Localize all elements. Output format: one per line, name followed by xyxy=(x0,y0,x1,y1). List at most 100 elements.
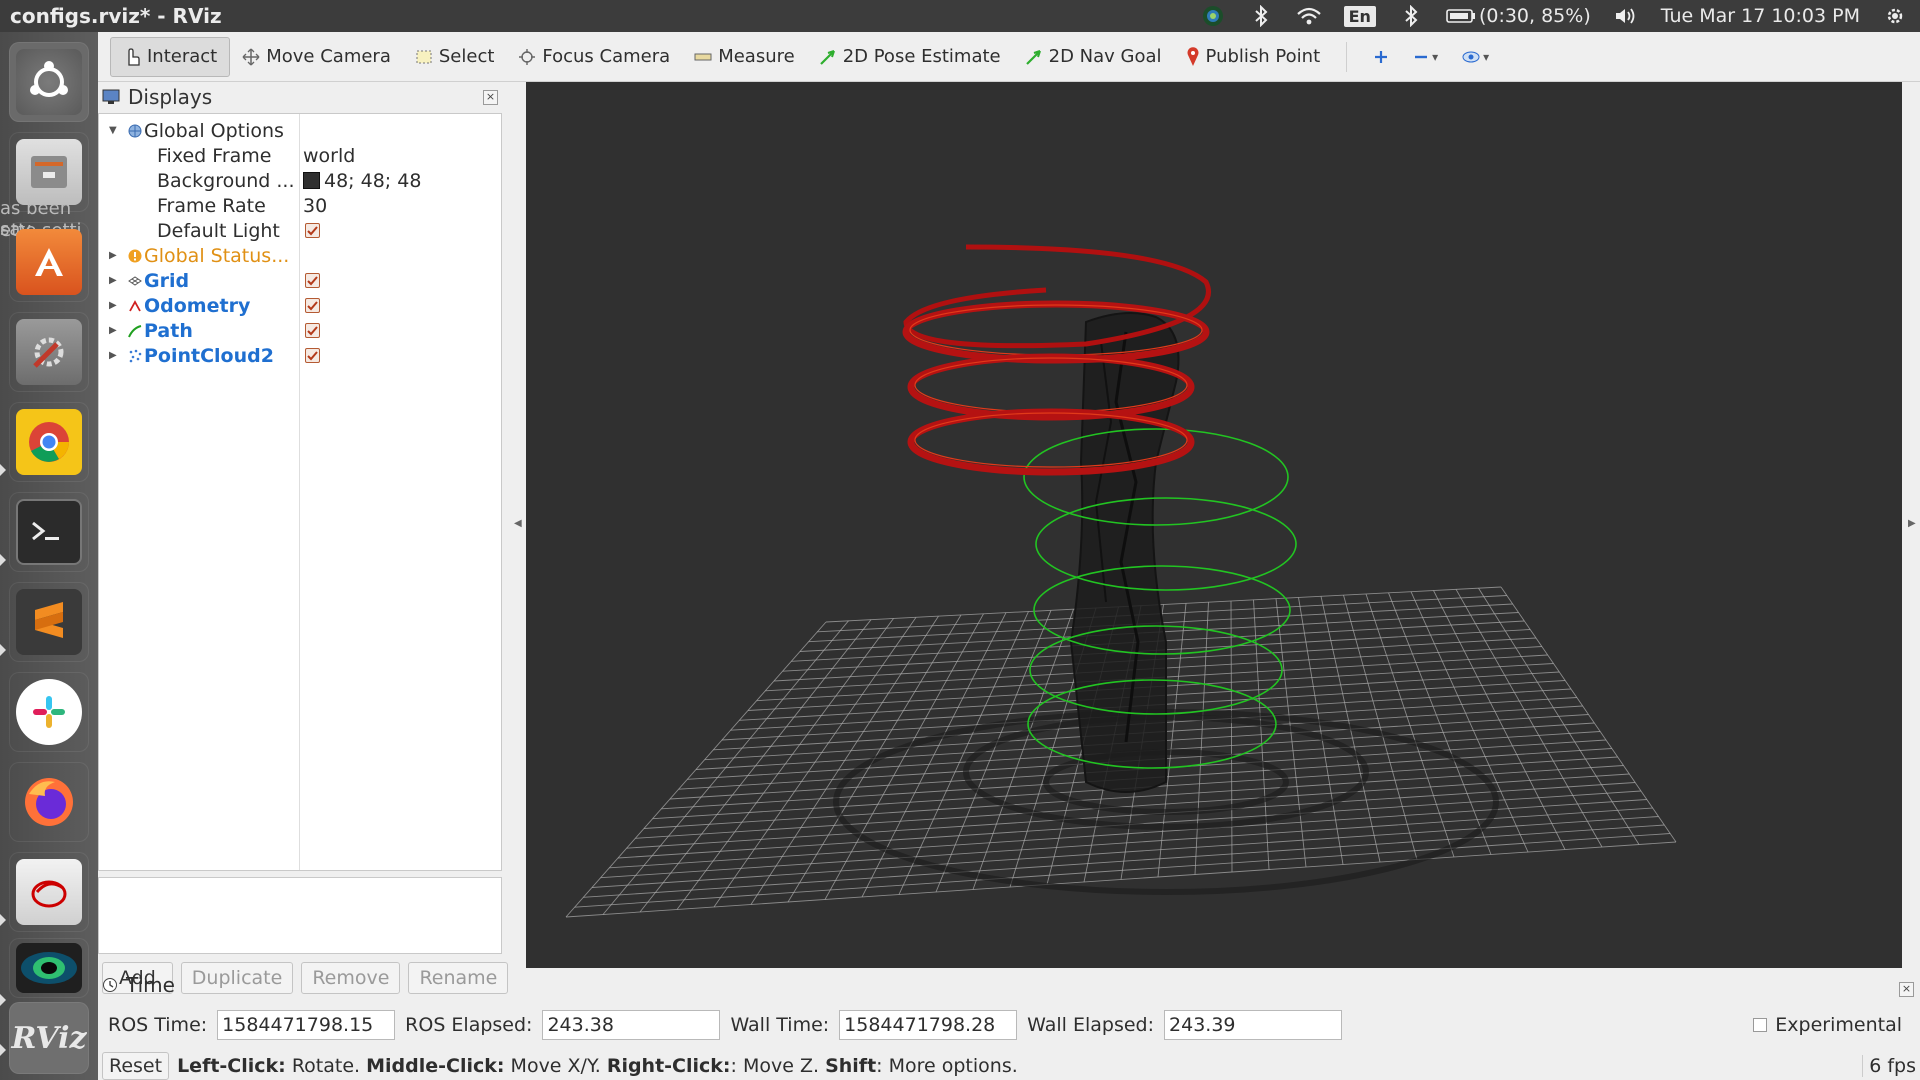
fps-counter: 6 fps xyxy=(1862,1055,1920,1077)
firefox-icon[interactable] xyxy=(9,762,89,842)
map-pin-icon xyxy=(1187,46,1199,66)
path-enabled-checkbox[interactable] xyxy=(305,323,320,338)
tree-row-background-color[interactable]: Background ... 48; 48; 48 xyxy=(99,168,501,193)
add-tool-button[interactable] xyxy=(1361,49,1401,65)
grid-label: Grid xyxy=(144,269,190,292)
select-tool-button[interactable]: Select xyxy=(403,37,507,77)
grid-line xyxy=(1230,600,1233,873)
grid-enabled-checkbox[interactable] xyxy=(305,273,320,288)
tree-row-fixed-frame[interactable]: Fixed Frame world xyxy=(99,143,501,168)
sublime-text-icon[interactable] xyxy=(9,582,89,662)
time-fields-row: ROS Time: 1584471798.15 ROS Elapsed: 243… xyxy=(98,1008,1920,1042)
odometry-label: Odometry xyxy=(144,294,251,317)
2d-pose-estimate-tool-button[interactable]: 2D Pose Estimate xyxy=(807,37,1013,77)
launcher-running-indicator xyxy=(0,914,6,926)
tree-row-path[interactable]: ▶ Path xyxy=(99,318,501,343)
move-camera-tool-button[interactable]: Move Camera xyxy=(230,37,403,77)
collapsed-triangle-icon[interactable]: ▶ xyxy=(109,300,117,311)
collapsed-triangle-icon[interactable]: ▶ xyxy=(109,275,117,286)
left-click-label: Left-Click: xyxy=(177,1055,286,1077)
launcher-running-indicator xyxy=(0,464,6,476)
chrome-icon[interactable] xyxy=(9,402,89,482)
reset-button[interactable]: Reset xyxy=(102,1052,170,1080)
displays-tree: ▼ Global Options Fixed Frame world Backg… xyxy=(98,113,502,871)
wifi-icon[interactable] xyxy=(1296,3,1322,29)
3d-render-viewport[interactable] xyxy=(526,82,1902,968)
launcher-running-indicator xyxy=(0,554,6,566)
collapsed-triangle-icon[interactable]: ▶ xyxy=(109,350,117,361)
property-description-box xyxy=(98,877,502,954)
collapsed-triangle-icon[interactable]: ▶ xyxy=(109,250,117,261)
window-title: configs.rviz* - RViz xyxy=(10,4,222,28)
left-splitter-handle[interactable]: ◀ xyxy=(514,518,522,529)
eye-icon xyxy=(1462,51,1480,62)
tree-row-default-light[interactable]: Default Light xyxy=(99,218,501,243)
eclipse-icon[interactable] xyxy=(9,852,89,932)
wall-time-label: Wall Time: xyxy=(730,1014,830,1036)
focus-camera-label: Focus Camera xyxy=(542,46,671,67)
collapsed-triangle-icon[interactable]: ▶ xyxy=(109,325,117,336)
tree-row-frame-rate[interactable]: Frame Rate 30 xyxy=(99,193,501,218)
middle-click-action: Move X/Y. xyxy=(510,1055,601,1077)
fixed-frame-label: Fixed Frame xyxy=(157,144,272,167)
publish-point-tool-button[interactable]: Publish Point xyxy=(1174,37,1333,77)
launcher-running-indicator xyxy=(0,644,6,656)
bluetooth-icon[interactable] xyxy=(1248,3,1274,29)
battery-indicator[interactable]: (0:30, 85%) xyxy=(1446,5,1591,27)
experimental-checkbox[interactable] xyxy=(1753,1018,1768,1032)
frame-rate-value[interactable]: 30 xyxy=(303,195,327,217)
odometry-enabled-checkbox[interactable] xyxy=(305,298,320,313)
grid-line xyxy=(1478,587,1640,845)
tool-properties-button[interactable]: ▾ xyxy=(1450,50,1501,64)
tree-row-grid[interactable]: ▶ Grid xyxy=(99,268,501,293)
checkbox-checked-icon xyxy=(305,323,320,338)
tree-row-pointcloud2[interactable]: ▶ PointCloud2 xyxy=(99,343,501,368)
launcher-running-indicator xyxy=(0,994,6,1006)
publish-point-label: Publish Point xyxy=(1205,46,1321,67)
2d-nav-goal-tool-button[interactable]: 2D Nav Goal xyxy=(1013,37,1174,77)
terminal-icon[interactable] xyxy=(9,492,89,572)
slack-icon[interactable] xyxy=(9,672,89,752)
bluetooth-status-icon[interactable] xyxy=(1398,3,1424,29)
background-color-value: 48; 48; 48 xyxy=(324,169,422,192)
close-time-panel-button[interactable]: × xyxy=(1899,982,1914,997)
expanded-triangle-icon[interactable]: ▼ xyxy=(109,125,117,136)
keyboard-language-indicator[interactable]: En xyxy=(1343,5,1376,27)
interact-tool-button[interactable]: Interact xyxy=(110,36,231,77)
ros-time-field[interactable]: 1584471798.15 xyxy=(217,1010,396,1040)
experimental-label: Experimental xyxy=(1775,1014,1902,1036)
chevron-down-icon: ▾ xyxy=(1483,49,1490,64)
volume-icon[interactable] xyxy=(1613,3,1639,29)
rviz-camera-icon[interactable] xyxy=(9,938,89,998)
ros-elapsed-label: ROS Elapsed: xyxy=(405,1014,533,1036)
measure-tool-button[interactable]: Measure xyxy=(682,37,807,77)
move-camera-icon xyxy=(242,48,260,65)
ros-time-label: ROS Time: xyxy=(108,1014,208,1036)
remove-tool-button[interactable]: ▾ xyxy=(1401,49,1450,65)
ubuntu-dash-icon[interactable] xyxy=(9,42,89,122)
wall-elapsed-field[interactable]: 243.39 xyxy=(1164,1010,1343,1040)
fixed-frame-value[interactable]: world xyxy=(303,145,355,167)
pointcloud2-enabled-checkbox[interactable] xyxy=(305,348,320,363)
software-center-icon[interactable] xyxy=(9,222,89,302)
checkbox-checked-icon xyxy=(305,223,320,238)
displays-panel-header: Displays xyxy=(98,82,502,112)
system-menu-gear-icon[interactable] xyxy=(1882,3,1908,29)
system-settings-icon[interactable] xyxy=(9,312,89,392)
close-displays-panel-button[interactable]: × xyxy=(483,90,498,105)
tree-row-global-status[interactable]: ▶ Global Status... xyxy=(99,243,501,268)
focus-camera-tool-button[interactable]: Focus Camera xyxy=(506,37,682,77)
default-light-checkbox[interactable] xyxy=(305,223,320,238)
color-indicator-icon[interactable] xyxy=(1200,3,1226,29)
right-splitter-handle[interactable]: ▶ xyxy=(1908,518,1916,529)
wall-time-field[interactable]: 1584471798.28 xyxy=(839,1010,1018,1040)
rviz-icon[interactable]: RViz xyxy=(9,1002,89,1074)
checkbox-checked-icon xyxy=(305,273,320,288)
experimental-toggle[interactable]: Experimental xyxy=(1753,1014,1920,1036)
background-color-value-cell[interactable]: 48; 48; 48 xyxy=(303,170,421,192)
ros-elapsed-field[interactable]: 243.38 xyxy=(542,1010,721,1040)
tree-row-global-options[interactable]: ▼ Global Options xyxy=(99,118,501,143)
tree-row-odometry[interactable]: ▶ Odometry xyxy=(99,293,501,318)
tools-toolbar: Interact Move Camera Select Focus Camera… xyxy=(98,32,1920,82)
clock[interactable]: Tue Mar 17 10:03 PM xyxy=(1661,5,1860,27)
